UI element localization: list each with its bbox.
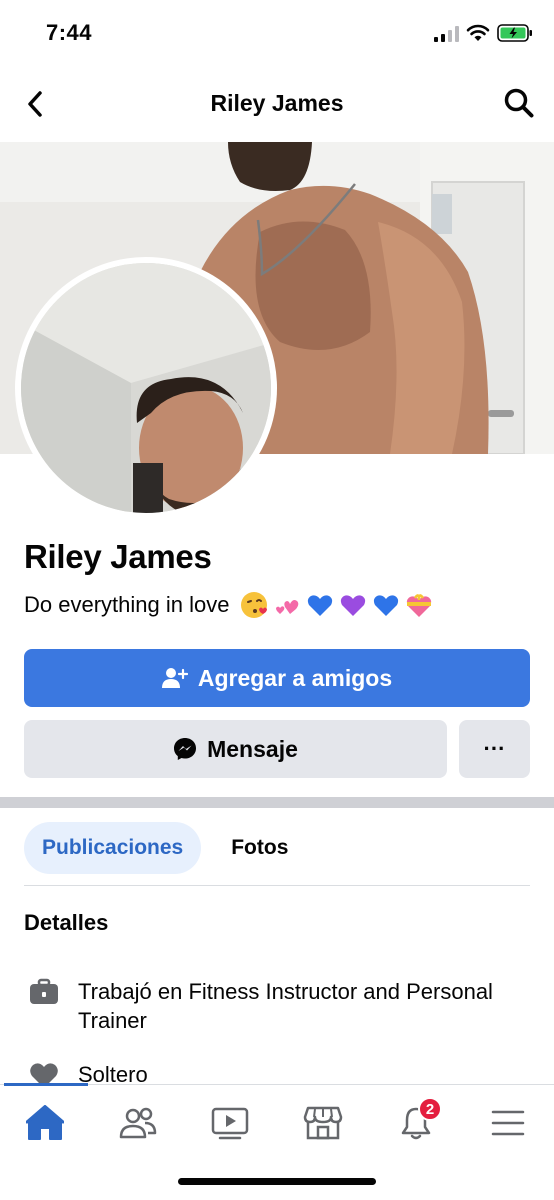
tab-friends[interactable]: [110, 1099, 166, 1147]
watch-icon: [211, 1107, 249, 1140]
more-options-button[interactable]: ···: [459, 720, 530, 778]
status-time: 7:44: [46, 20, 93, 45]
tabs-divider: [24, 885, 530, 886]
heart-with-ribbon-emoji: [407, 594, 432, 617]
nav-bar: Riley James: [0, 66, 554, 142]
nav-title: Riley James: [210, 90, 344, 116]
search-button[interactable]: [502, 86, 536, 120]
menu-icon: [491, 1110, 525, 1136]
add-friend-button[interactable]: Agregar a amigos: [24, 649, 530, 707]
detail-work: Trabajó en Fitness Instructor and Person…: [24, 977, 498, 1035]
tab-notifications[interactable]: 2: [388, 1097, 444, 1147]
profile-avatar[interactable]: [15, 257, 277, 519]
profile-tabs: Publicaciones Fotos: [24, 822, 530, 874]
briefcase-icon: [24, 977, 64, 1007]
active-tab-indicator: [4, 1083, 88, 1086]
message-button[interactable]: Mensaje: [24, 720, 447, 778]
message-label: Mensaje: [207, 735, 298, 762]
section-divider: [0, 797, 554, 808]
purple-heart-emoji: [341, 595, 366, 616]
status-bar: 7:44: [0, 0, 554, 66]
notifications-badge: 2: [418, 1097, 442, 1121]
tab-menu[interactable]: [480, 1099, 536, 1147]
battery-icon: [497, 24, 532, 42]
details-heading: Detalles: [24, 910, 109, 935]
tab-publicaciones[interactable]: Publicaciones: [24, 822, 202, 874]
marketplace-icon: [303, 1106, 343, 1140]
detail-work-text: Trabajó en Fitness Instructor and Person…: [78, 979, 493, 1033]
tab-watch[interactable]: [202, 1099, 258, 1147]
wifi-icon: [466, 24, 490, 41]
add-friend-label: Agregar a amigos: [197, 664, 393, 691]
profile-bio: Do everything in love: [24, 590, 434, 620]
kissing-face-emoji: [241, 592, 268, 618]
blue-heart-emoji: [374, 595, 399, 616]
blue-heart-emoji: [308, 595, 333, 616]
two-hearts-emoji: [276, 600, 299, 614]
profile-avatar-image: [21, 263, 271, 513]
profile-name: Riley James: [24, 538, 212, 575]
messenger-icon: [174, 738, 197, 760]
friends-icon: [119, 1107, 157, 1139]
more-icon: ···: [483, 736, 506, 761]
signal-icon: [434, 26, 459, 42]
bio-emojis: [239, 590, 434, 620]
home-indicator: [178, 1178, 376, 1185]
tab-fotos[interactable]: Fotos: [213, 822, 306, 874]
bio-text: Do everything in love: [24, 592, 230, 617]
add-friend-icon: [161, 668, 188, 688]
tab-marketplace[interactable]: [295, 1099, 351, 1147]
search-icon: [504, 88, 534, 118]
tab-home[interactable]: [17, 1099, 73, 1147]
home-icon: [26, 1105, 64, 1140]
